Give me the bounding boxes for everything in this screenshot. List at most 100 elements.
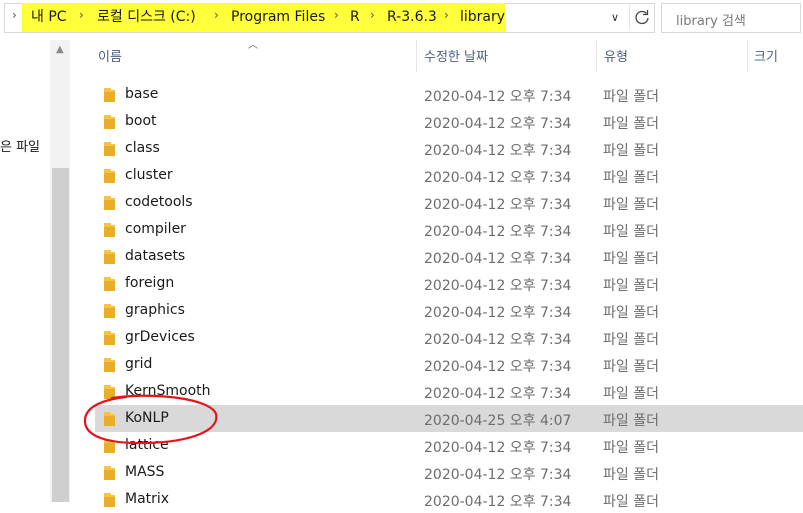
chevron-right-icon[interactable]: › bbox=[214, 8, 219, 22]
file-type: 파일 폴더 bbox=[603, 278, 659, 294]
column-divider[interactable] bbox=[416, 40, 417, 72]
file-name: base bbox=[125, 86, 159, 102]
folder-icon bbox=[104, 169, 115, 183]
folder-icon bbox=[104, 115, 115, 129]
table-row[interactable]: Matrix 2020-04-12 오후 7:34 파일 폴더 bbox=[95, 486, 803, 513]
file-modified: 2020-04-12 오후 7:34 bbox=[424, 143, 572, 159]
folder-icon bbox=[104, 331, 115, 345]
file-name: class bbox=[125, 140, 160, 156]
scroll-up-icon[interactable]: ▲ bbox=[56, 44, 64, 55]
file-modified: 2020-04-12 오후 7:34 bbox=[424, 89, 572, 105]
breadcrumb-this-pc[interactable]: 내 PC bbox=[31, 9, 67, 26]
file-modified: 2020-04-12 오후 7:34 bbox=[424, 494, 572, 510]
file-modified: 2020-04-12 오후 7:34 bbox=[424, 197, 572, 213]
folder-icon bbox=[104, 358, 115, 372]
column-header-modified[interactable]: 수정한 날짜 bbox=[424, 46, 488, 65]
file-name: grid bbox=[125, 356, 153, 372]
column-header-size[interactable]: 크기 bbox=[754, 46, 778, 65]
address-bar: › 내 PC › 로컬 디스크 (C:) › Program Files › R… bbox=[0, 0, 803, 36]
nav-scrollbar-thumb[interactable] bbox=[52, 168, 69, 502]
file-modified: 2020-04-12 오후 7:34 bbox=[424, 278, 572, 294]
file-name: boot bbox=[125, 113, 157, 129]
file-modified: 2020-04-12 오후 7:34 bbox=[424, 224, 572, 240]
file-type: 파일 폴더 bbox=[603, 116, 659, 132]
folder-icon bbox=[104, 223, 115, 237]
file-type: 파일 폴더 bbox=[603, 89, 659, 105]
file-type: 파일 폴더 bbox=[603, 305, 659, 321]
folder-icon bbox=[104, 304, 115, 318]
chevron-right-icon[interactable]: › bbox=[370, 8, 375, 22]
nav-pane-item[interactable]: 은 파일 bbox=[0, 136, 40, 155]
file-name: cluster bbox=[125, 167, 173, 183]
refresh-button[interactable] bbox=[629, 5, 653, 29]
chevron-right-icon[interactable]: › bbox=[12, 8, 17, 22]
table-row[interactable]: boot 2020-04-12 오후 7:34 파일 폴더 bbox=[95, 108, 803, 135]
table-row[interactable]: cluster 2020-04-12 오후 7:34 파일 폴더 bbox=[95, 162, 803, 189]
file-modified: 2020-04-12 오후 7:34 bbox=[424, 467, 572, 483]
file-type: 파일 폴더 bbox=[603, 197, 659, 213]
file-modified: 2020-04-12 오후 7:34 bbox=[424, 170, 572, 186]
file-modified: 2020-04-12 오후 7:34 bbox=[424, 386, 572, 402]
table-row[interactable]: codetools 2020-04-12 오후 7:34 파일 폴더 bbox=[95, 189, 803, 216]
breadcrumb-program-files[interactable]: Program Files bbox=[231, 9, 325, 26]
column-header-type[interactable]: 유형 bbox=[604, 46, 628, 65]
table-row[interactable]: KoNLP 2020-04-25 오후 4:07 파일 폴더 bbox=[95, 405, 803, 432]
folder-icon bbox=[104, 277, 115, 291]
table-row[interactable]: foreign 2020-04-12 오후 7:34 파일 폴더 bbox=[95, 270, 803, 297]
column-header-name[interactable]: 이름 bbox=[98, 46, 122, 65]
breadcrumb-local-disk[interactable]: 로컬 디스크 (C:) bbox=[97, 9, 196, 26]
chevron-right-icon[interactable]: › bbox=[444, 8, 449, 22]
folder-icon bbox=[104, 439, 115, 453]
refresh-icon bbox=[635, 10, 649, 25]
file-type: 파일 폴더 bbox=[603, 332, 659, 348]
file-name: codetools bbox=[125, 194, 193, 210]
file-type: 파일 폴더 bbox=[603, 143, 659, 159]
folder-icon bbox=[104, 88, 115, 102]
file-type: 파일 폴더 bbox=[603, 413, 659, 429]
chevron-right-icon[interactable]: › bbox=[79, 8, 84, 22]
table-row[interactable]: graphics 2020-04-12 오후 7:34 파일 폴더 bbox=[95, 297, 803, 324]
file-type: 파일 폴더 bbox=[603, 467, 659, 483]
file-type: 파일 폴더 bbox=[603, 251, 659, 267]
file-name: compiler bbox=[125, 221, 186, 237]
column-divider[interactable] bbox=[596, 40, 597, 72]
table-row[interactable]: class 2020-04-12 오후 7:34 파일 폴더 bbox=[95, 135, 803, 162]
folder-icon bbox=[104, 142, 115, 156]
file-type: 파일 폴더 bbox=[603, 359, 659, 375]
file-modified: 2020-04-12 오후 7:34 bbox=[424, 251, 572, 267]
table-row[interactable]: grid 2020-04-12 오후 7:34 파일 폴더 bbox=[95, 351, 803, 378]
file-name: datasets bbox=[125, 248, 186, 264]
file-modified: 2020-04-25 오후 4:07 bbox=[424, 413, 572, 429]
table-row[interactable]: KernSmooth 2020-04-12 오후 7:34 파일 폴더 bbox=[95, 378, 803, 405]
breadcrumb-library[interactable]: library bbox=[460, 9, 505, 26]
table-row[interactable]: datasets 2020-04-12 오후 7:34 파일 폴더 bbox=[95, 243, 803, 270]
table-row[interactable]: compiler 2020-04-12 오후 7:34 파일 폴더 bbox=[95, 216, 803, 243]
file-modified: 2020-04-12 오후 7:34 bbox=[424, 305, 572, 321]
search-input[interactable]: library 검색 bbox=[661, 3, 801, 33]
breadcrumb-r-version[interactable]: R-3.6.3 bbox=[387, 9, 437, 26]
folder-icon bbox=[104, 385, 115, 399]
breadcrumb-r[interactable]: R bbox=[350, 9, 360, 26]
table-row[interactable]: MASS 2020-04-12 오후 7:34 파일 폴더 bbox=[95, 459, 803, 486]
file-name: KoNLP bbox=[125, 410, 169, 426]
table-row[interactable]: lattice 2020-04-12 오후 7:34 파일 폴더 bbox=[95, 432, 803, 459]
file-name: MASS bbox=[125, 464, 165, 480]
file-type: 파일 폴더 bbox=[603, 440, 659, 456]
file-modified: 2020-04-12 오후 7:34 bbox=[424, 116, 572, 132]
folder-icon bbox=[104, 250, 115, 264]
file-name: Matrix bbox=[125, 491, 170, 507]
search-placeholder: library 검색 bbox=[676, 14, 746, 29]
file-type: 파일 폴더 bbox=[603, 170, 659, 186]
chevron-right-icon[interactable]: › bbox=[334, 8, 339, 22]
file-type: 파일 폴더 bbox=[603, 494, 659, 510]
file-name: grDevices bbox=[125, 329, 195, 345]
folder-icon bbox=[104, 466, 115, 480]
table-row[interactable]: grDevices 2020-04-12 오후 7:34 파일 폴더 bbox=[95, 324, 803, 351]
chevron-down-icon[interactable]: ∨ bbox=[611, 11, 619, 24]
table-row[interactable]: base 2020-04-12 오후 7:34 파일 폴더 bbox=[95, 81, 803, 108]
file-type: 파일 폴더 bbox=[603, 386, 659, 402]
folder-icon bbox=[104, 493, 115, 507]
file-name: KernSmooth bbox=[125, 383, 211, 399]
sort-ascending-icon: ︿ bbox=[248, 40, 258, 51]
column-divider[interactable] bbox=[747, 40, 748, 72]
